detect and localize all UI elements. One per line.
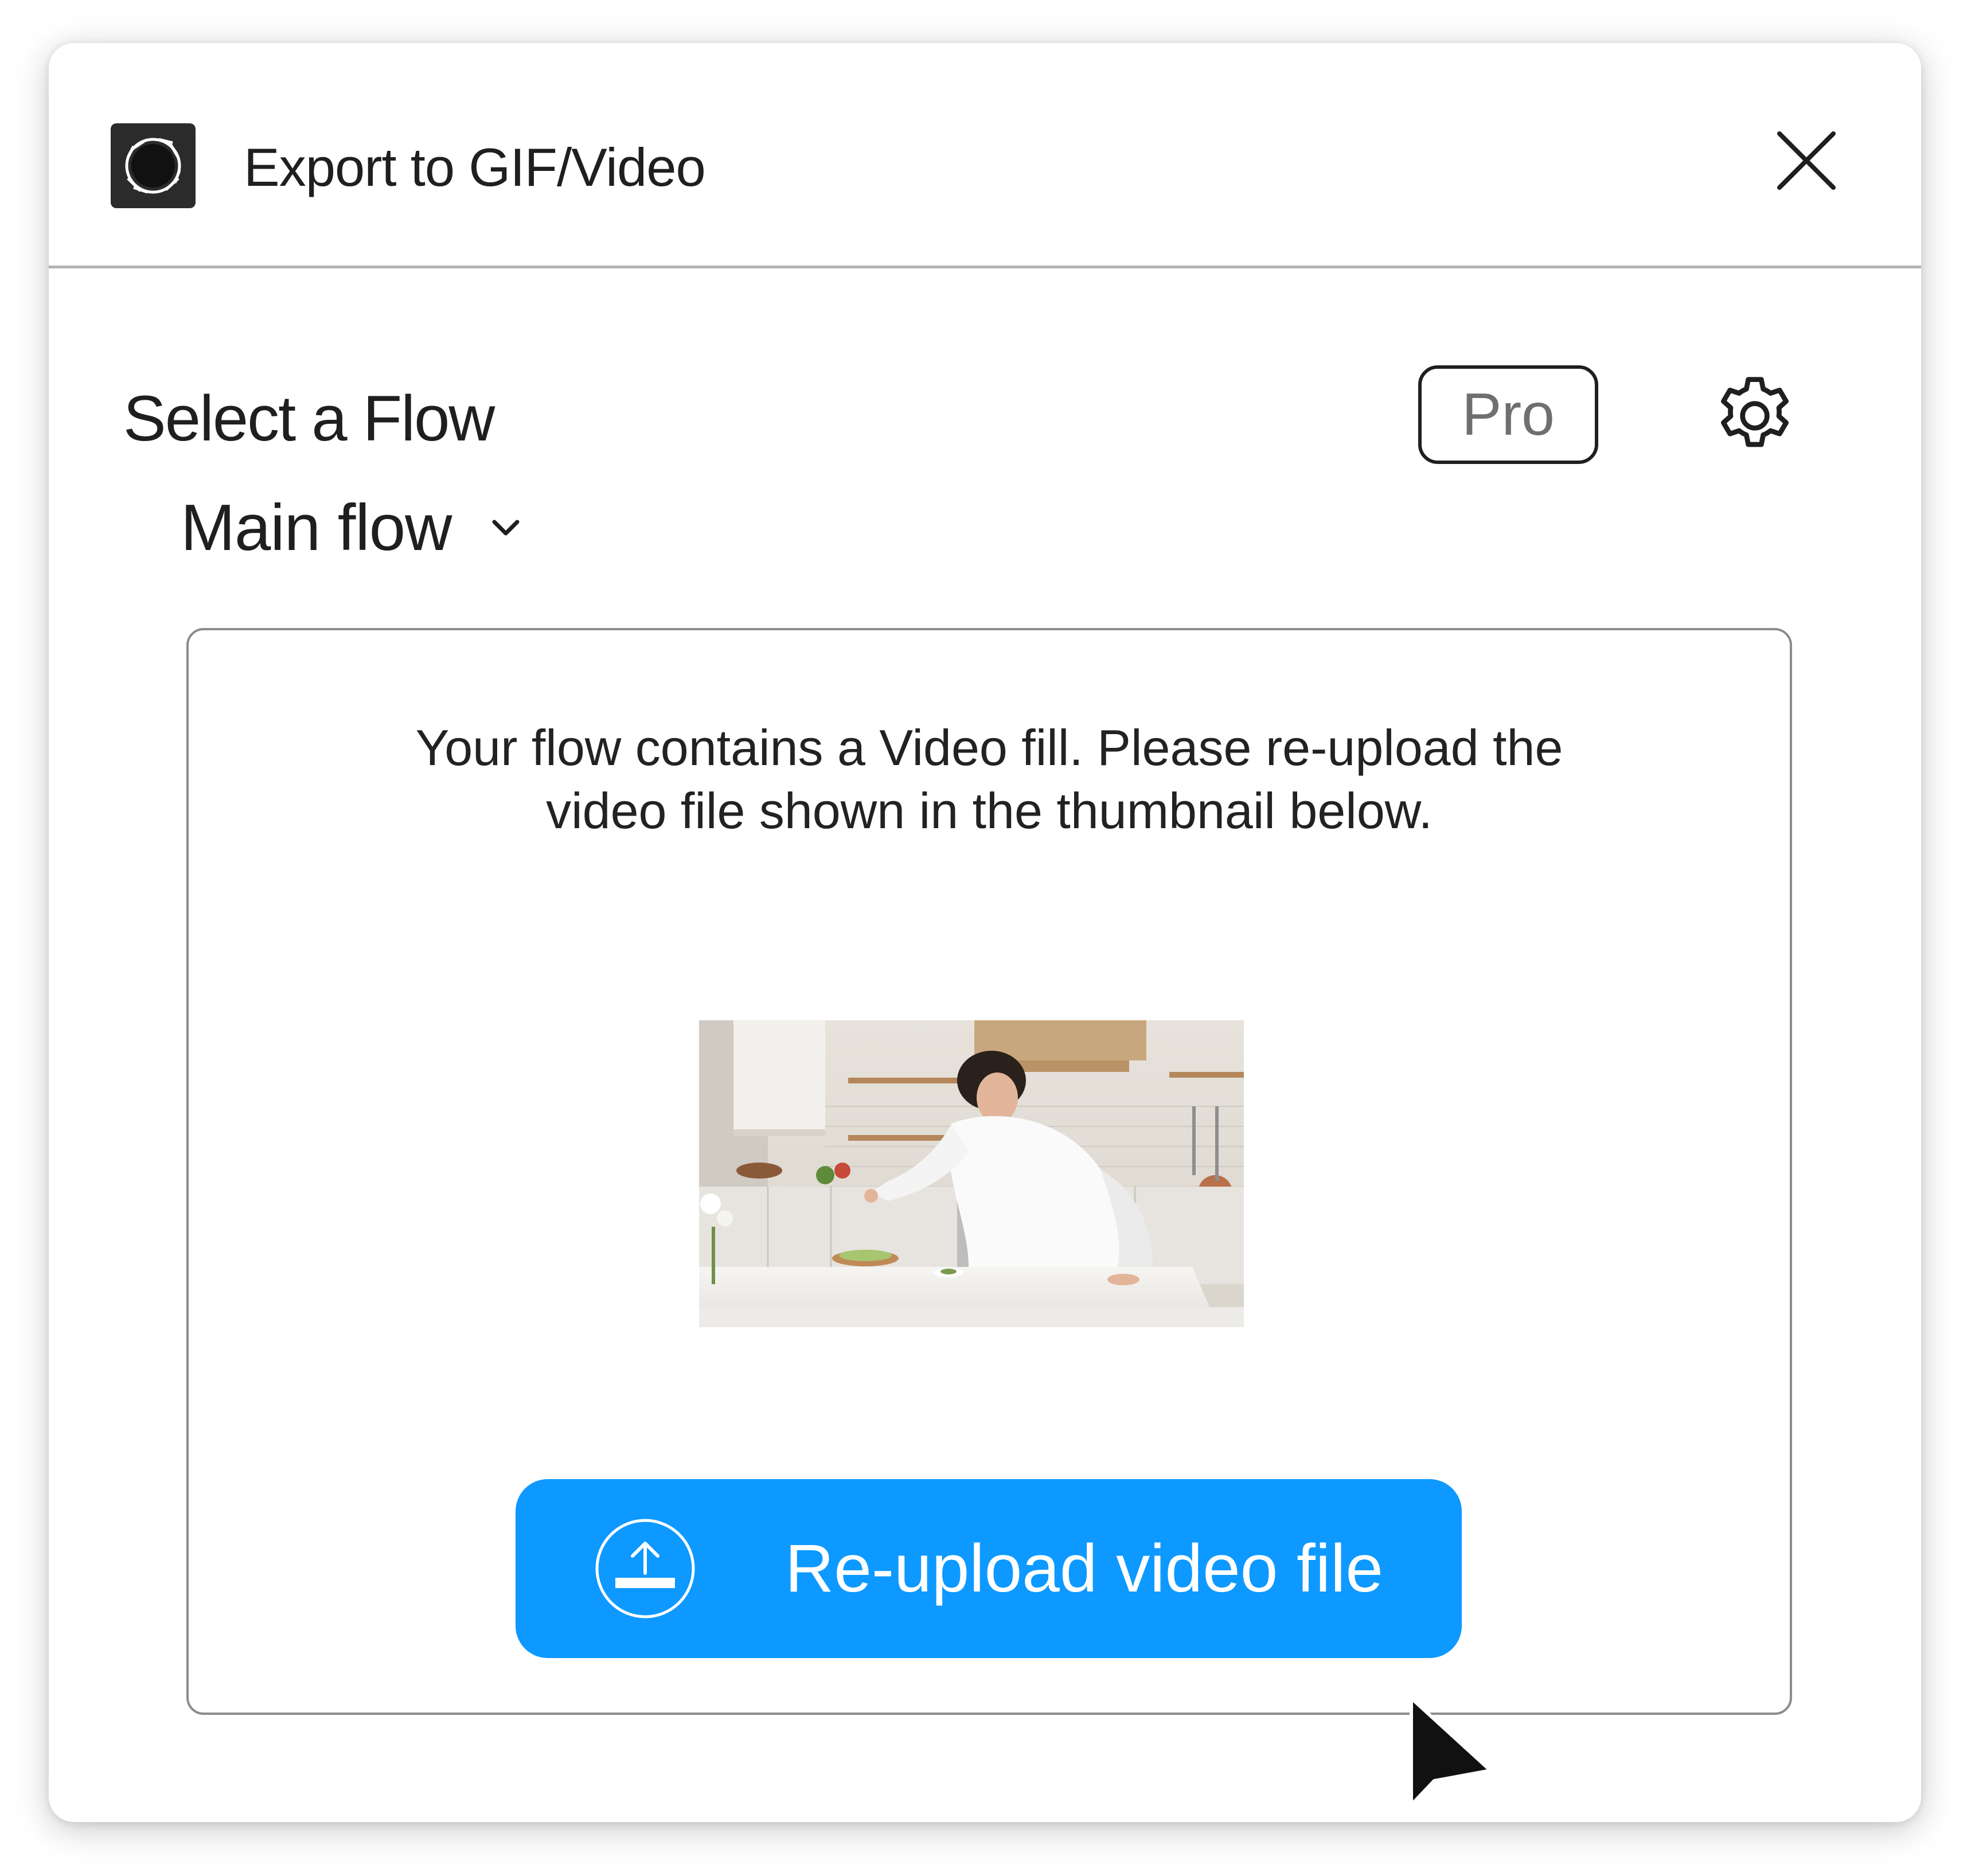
section-title: Select a Flow	[123, 383, 495, 454]
video-thumbnail	[699, 1020, 1244, 1327]
video-fill-panel: Your flow contains a Video fill. Please …	[186, 628, 1792, 1715]
gear-icon	[1721, 377, 1789, 447]
dialog-header: Export to GIF/Video	[49, 43, 1921, 268]
message-line-2: video file shown in the thumbnail below.	[546, 782, 1433, 839]
close-icon	[1777, 131, 1836, 190]
app-logo-icon	[111, 123, 196, 208]
pro-button[interactable]: Pro	[1418, 365, 1598, 464]
settings-button[interactable]	[1709, 370, 1801, 462]
message-line-1: Your flow contains a Video fill. Please …	[415, 719, 1563, 776]
dialog-title: Export to GIF/Video	[244, 137, 706, 197]
upload-icon	[595, 1518, 696, 1619]
chevron-down-icon	[492, 520, 519, 536]
reupload-button-label: Re-upload video file	[785, 1531, 1383, 1606]
reupload-video-button[interactable]: Re-upload video file	[516, 1479, 1462, 1658]
flow-dropdown[interactable]: Main flow	[181, 485, 524, 571]
flow-dropdown-value: Main flow	[181, 491, 452, 564]
reupload-message: Your flow contains a Video fill. Please …	[189, 716, 1790, 843]
export-dialog: Export to GIF/Video Select a Flow Pro Ma…	[49, 43, 1921, 1822]
close-button[interactable]	[1769, 123, 1844, 198]
